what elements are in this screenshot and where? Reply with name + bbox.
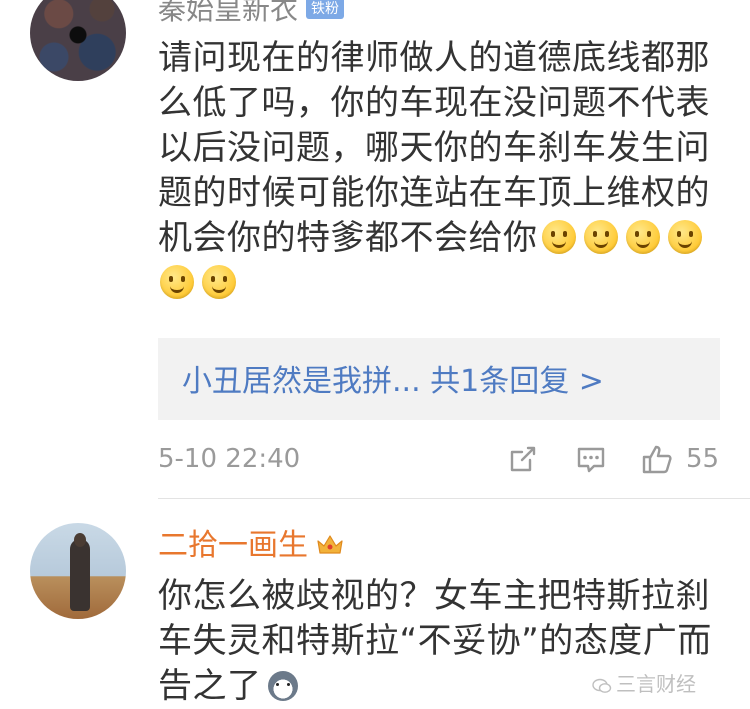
wechat-icon [592, 678, 612, 693]
husky-emoji-icon [267, 671, 298, 701]
comment-line: 你怎么被歧视的？女车主把特斯拉刹 [158, 576, 710, 616]
smile-emoji-icon [541, 220, 576, 254]
share-icon[interactable] [506, 442, 540, 476]
comment-line: 题的时候可能你连站在车顶上维权的 [158, 173, 710, 213]
user-avatar[interactable] [30, 0, 126, 81]
emoji-line [158, 261, 718, 306]
smile-emoji-icon [160, 265, 194, 299]
user-avatar[interactable] [30, 523, 126, 619]
smile-emoji-icon [625, 220, 660, 254]
comment-line: 车失灵和特斯拉“不妥协”的态度广而 [158, 621, 712, 661]
avatar-figure [70, 539, 90, 611]
comment-line-with-emoji: 机会你的特爹都不会给你 [158, 216, 718, 261]
smile-emoji-icon [667, 220, 702, 254]
avatar-figure-head [74, 533, 86, 547]
watermark: 三言财经 [592, 668, 696, 697]
comment-username[interactable]: 二拾一画生 [158, 520, 344, 564]
fan-badge: 铁粉 [306, 0, 345, 19]
smile-emoji-icon [202, 265, 236, 299]
comment-body: 请问现在的律师做人的道德底线都那 么低了吗，你的车现在没问题不代表 以后没问题，… [158, 36, 718, 306]
like-count: 55 [686, 444, 720, 474]
comment-line: 么低了吗，你的车现在没问题不代表 [158, 83, 710, 123]
comment-username[interactable]: 秦始皇新衣 铁粉 [158, 0, 345, 28]
thumbs-up-icon[interactable] [640, 442, 674, 476]
comment-line: 以后没问题，哪天你的车刹车发生问 [158, 128, 710, 168]
crown-icon [317, 534, 343, 554]
comment-timestamp: 5-10 22:40 [158, 444, 301, 474]
smile-emoji-icon [583, 220, 618, 254]
comment-line: 请问现在的律师做人的道德底线都那 [158, 38, 710, 78]
watermark-text: 三言财经 [616, 672, 696, 696]
username-text[interactable]: 二拾一画生 [158, 528, 308, 563]
comment-line: 机会你的特爹都不会给你 [158, 218, 538, 258]
username-text[interactable]: 秦始皇新衣 [158, 0, 298, 26]
view-replies-link[interactable]: 小丑居然是我拼... 共1条回复 > [182, 356, 604, 400]
comment-line: 告之了 [158, 666, 262, 706]
comment-icon[interactable] [574, 442, 608, 476]
comment-divider [158, 498, 750, 499]
